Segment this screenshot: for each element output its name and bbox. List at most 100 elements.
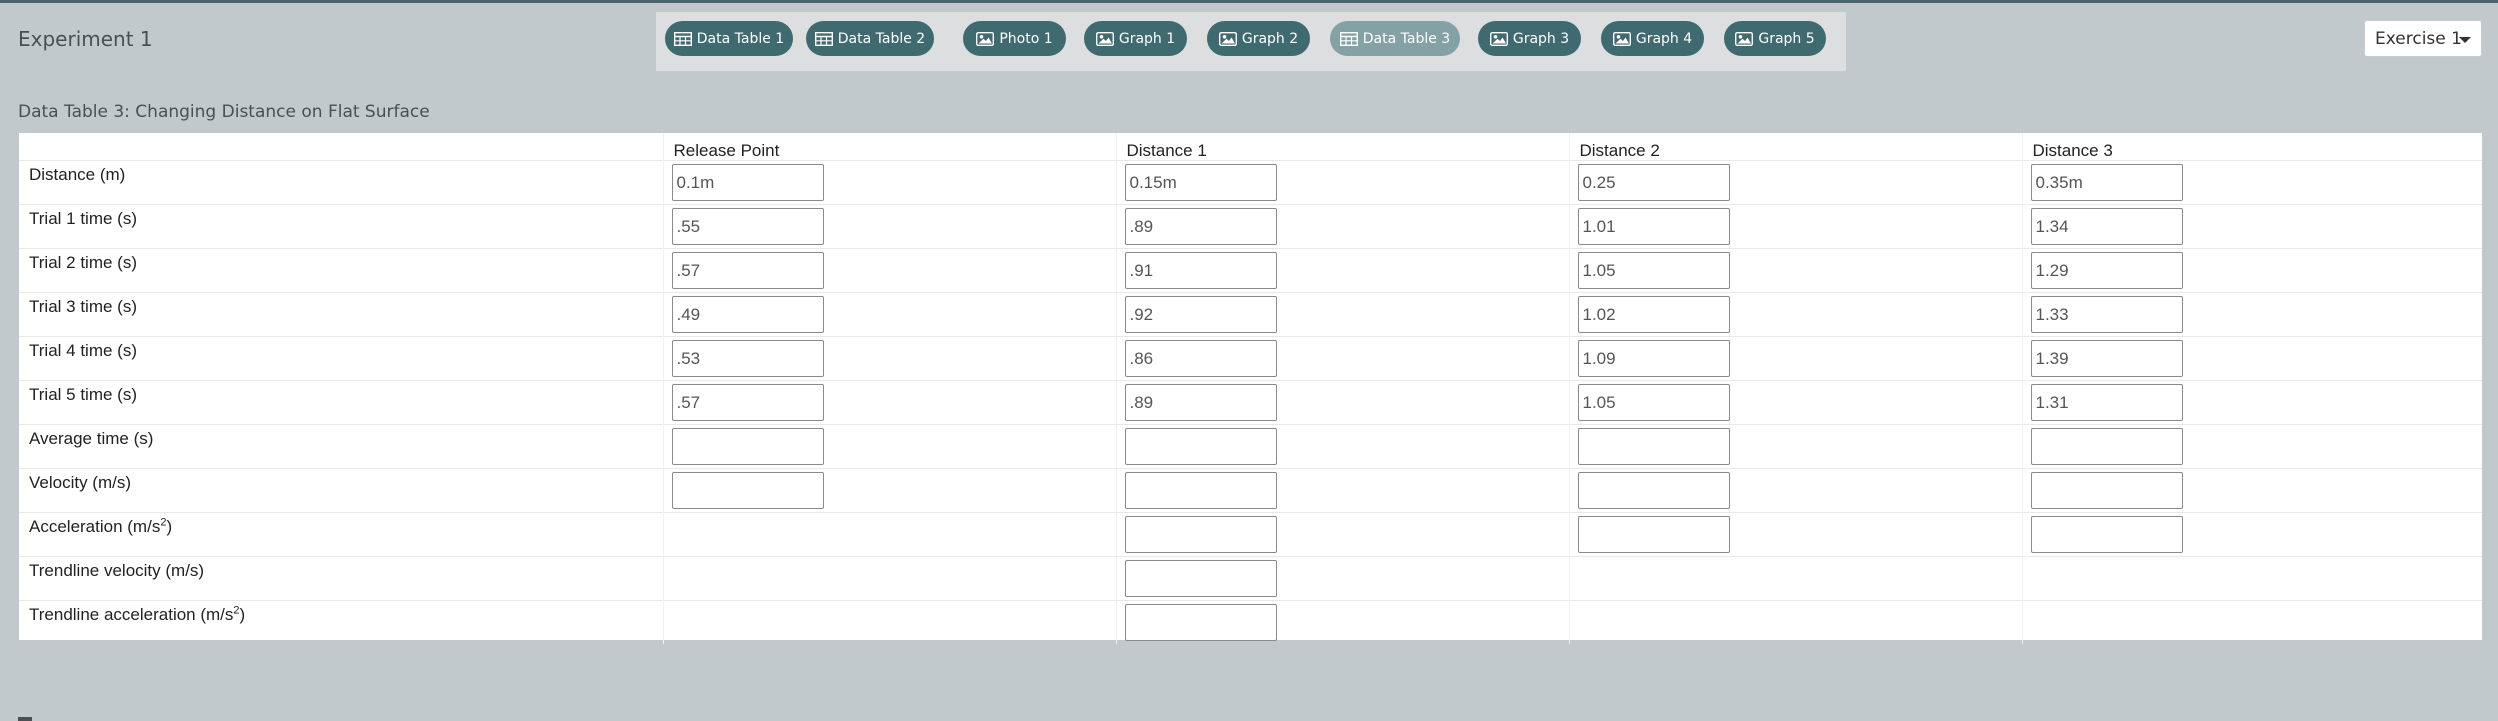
row-label: Acceleration (m/s2) [19, 513, 663, 537]
table-cell-input[interactable] [2030, 428, 2183, 465]
row-label-end: ) [166, 517, 173, 536]
table-cell-input[interactable] [671, 208, 824, 245]
table-cell-input[interactable] [1577, 472, 1730, 509]
table-cell [1568, 336, 2022, 381]
row-label-text: Trial 1 time (s) [29, 209, 137, 228]
table-cell-input[interactable] [2030, 252, 2183, 289]
tab-graph-1[interactable]: Graph 1 [1084, 21, 1187, 56]
table-cell [2021, 424, 2482, 469]
table-cell-input[interactable] [1577, 340, 1730, 377]
table-cell [662, 204, 1116, 249]
chevron-down-icon [2459, 37, 2471, 43]
table-cell-input[interactable] [1577, 428, 1730, 465]
table-cell [1568, 248, 2022, 293]
tab-label: Data Table 1 [696, 30, 785, 47]
table-cell-input[interactable] [1124, 472, 1277, 509]
table-cell-input[interactable] [671, 472, 824, 509]
row-label: Trendline velocity (m/s) [19, 557, 663, 581]
table-cell [1115, 380, 1569, 425]
table-cell-input[interactable] [1577, 384, 1730, 421]
row-label-text: Velocity (m/s) [29, 473, 132, 492]
column-header [19, 133, 663, 161]
table-cell [2021, 248, 2482, 293]
table-cell-input[interactable] [1577, 164, 1730, 201]
row-label: Distance (m) [19, 161, 663, 185]
table-cell [662, 512, 1116, 557]
table-cell-input[interactable] [671, 252, 824, 289]
table-cell [662, 292, 1116, 337]
table-cell-input[interactable] [1577, 208, 1730, 245]
table-cell-input[interactable] [671, 384, 824, 421]
tab-data-table-2[interactable]: Data Table 2 [806, 21, 934, 56]
table-cell-input[interactable] [2030, 516, 2183, 553]
table-cell [1115, 424, 1569, 469]
table-row: Acceleration (m/s2) [19, 512, 2482, 557]
tab-data-table-3[interactable]: Data Table 3 [1330, 21, 1460, 56]
table-cell [1568, 600, 2022, 644]
exercise-select-value: Exercise 1 [2375, 28, 2462, 49]
table-cell-input[interactable] [2030, 472, 2183, 509]
tab-graph-3[interactable]: Graph 3 [1478, 21, 1581, 56]
tab-graph-4[interactable]: Graph 4 [1601, 21, 1704, 56]
table-cell [1568, 204, 2022, 249]
table-cell [1568, 468, 2022, 513]
table-cell-input[interactable] [1124, 560, 1277, 597]
table-cell-input[interactable] [671, 340, 824, 377]
table-cell-input[interactable] [1577, 252, 1730, 289]
row-label-cell: Trial 2 time (s) [19, 248, 663, 293]
row-label-text: Trial 3 time (s) [29, 297, 137, 316]
table-cell-input[interactable] [1577, 516, 1730, 553]
table-cell [2021, 380, 2482, 425]
image-icon [1735, 31, 1754, 46]
table-cell-input[interactable] [2030, 208, 2183, 245]
table-cell-input[interactable] [1124, 604, 1277, 641]
tab-graph-2[interactable]: Graph 2 [1207, 21, 1310, 56]
table-cell-input[interactable] [671, 428, 824, 465]
table-cell-input[interactable] [2030, 164, 2183, 201]
table-cell-input[interactable] [2030, 384, 2183, 421]
table-cell [1568, 292, 2022, 337]
table-cell-input[interactable] [1124, 516, 1277, 553]
row-label: Trial 5 time (s) [19, 381, 663, 405]
tab-graph-5[interactable]: Graph 5 [1724, 21, 1826, 56]
row-label: Trial 1 time (s) [19, 205, 663, 229]
table-cell-input[interactable] [1124, 340, 1277, 377]
row-label-text: Trendline acceleration (m/s [29, 605, 234, 624]
column-header-distance-2: Distance 2 [1568, 133, 2022, 161]
exercise-select[interactable]: Exercise 1 [2364, 20, 2482, 57]
row-label: Trial 4 time (s) [19, 337, 663, 361]
row-label: Trial 2 time (s) [19, 249, 663, 273]
data-table-panel: Release Point Distance 1 Distance 2 Dist… [19, 133, 2482, 644]
table-cell [2021, 204, 2482, 249]
tab-data-table-1[interactable]: Data Table 1 [665, 21, 793, 56]
table-cell [2021, 556, 2482, 601]
table-cell-input[interactable] [2030, 340, 2183, 377]
table-cell [1568, 424, 2022, 469]
image-icon [1095, 31, 1114, 46]
row-label: Trendline acceleration (m/s2) [19, 601, 663, 625]
table-cell-input[interactable] [2030, 296, 2183, 333]
table-row: Trial 4 time (s) [19, 336, 2482, 381]
table-cell-input[interactable] [1124, 428, 1277, 465]
table-cell-input[interactable] [1124, 252, 1277, 289]
table-cell [2021, 468, 2482, 513]
row-label-cell: Trendline acceleration (m/s2) [19, 600, 663, 644]
tab-label: Photo 1 [999, 30, 1053, 47]
table-cell-input[interactable] [671, 164, 824, 201]
table-cell [2021, 512, 2482, 557]
row-label-text: Trendline velocity (m/s) [29, 561, 205, 580]
table-cell-input[interactable] [1124, 384, 1277, 421]
tab-photo-1[interactable]: Photo 1 [963, 21, 1066, 56]
table-cell [1115, 204, 1569, 249]
row-label-cell: Trial 5 time (s) [19, 380, 663, 425]
table-row: Average time (s) [19, 424, 2482, 469]
column-header-distance-3: Distance 3 [2021, 133, 2482, 161]
table-cell-input[interactable] [1577, 296, 1730, 333]
table-cell [1115, 292, 1569, 337]
table-cell-input[interactable] [1124, 296, 1277, 333]
table-cell-input[interactable] [1124, 208, 1277, 245]
table-cell [1568, 380, 2022, 425]
table-cell-input[interactable] [1124, 164, 1277, 201]
table-header-row: Release Point Distance 1 Distance 2 Dist… [19, 133, 2482, 161]
table-cell-input[interactable] [671, 296, 824, 333]
